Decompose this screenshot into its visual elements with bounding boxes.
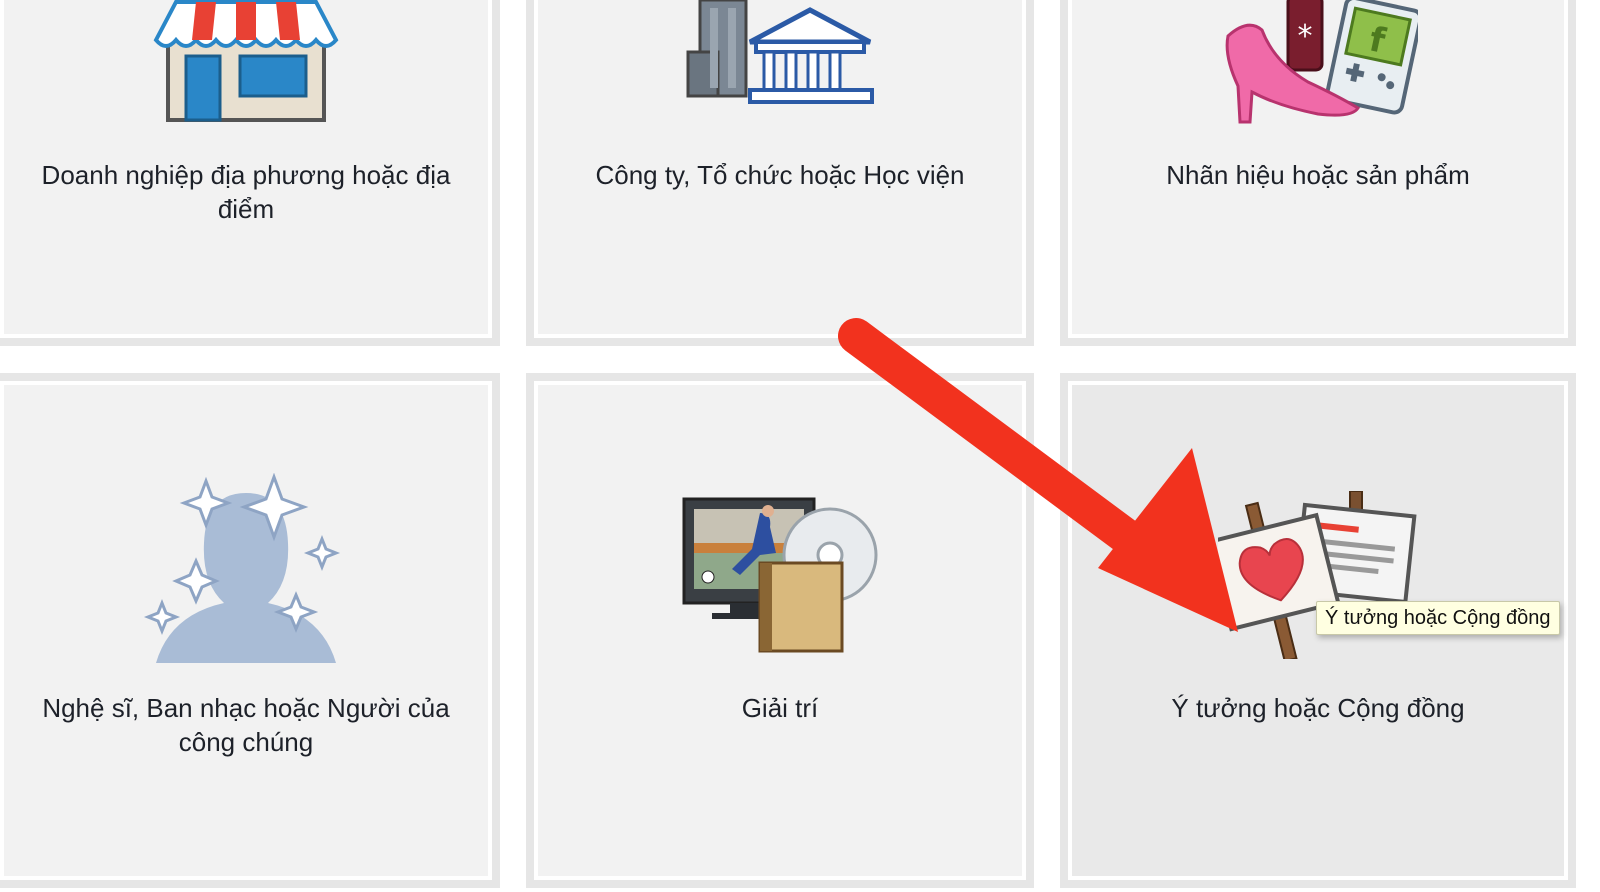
products-icon: * f (1218, 0, 1423, 135)
category-label: Ý tưởng hoặc Cộng đồng (1171, 693, 1465, 723)
category-label: Công ty, Tổ chức hoặc Học viện (595, 160, 965, 190)
svg-text:*: * (1298, 19, 1313, 54)
hover-tooltip: Ý tưởng hoặc Cộng đồng (1316, 601, 1560, 635)
celebrity-silhouette-icon (136, 472, 356, 678)
category-tile-company[interactable]: Công ty, Tổ chức hoặc Học viện (526, 0, 1034, 346)
category-tile-brand-product[interactable]: * f Nhãn hiệu hoặc sản phẩm (1060, 0, 1576, 346)
storefront-icon (146, 0, 346, 129)
category-tile-entertainment[interactable]: Giải trí (526, 373, 1034, 888)
bank-building-icon (680, 0, 880, 129)
category-label: Doanh nghiệp địa phương hoặc địa điểm (41, 160, 451, 224)
page-category-picker: Doanh nghiệp địa phương hoặc địa điểm Cô… (0, 0, 1600, 892)
category-label: Nhãn hiệu hoặc sản phẩm (1166, 160, 1470, 190)
category-label: Nghệ sĩ, Ban nhạc hoặc Người của công ch… (42, 693, 450, 757)
category-label: Giải trí (741, 693, 819, 723)
category-tile-local-business[interactable]: Doanh nghiệp địa phương hoặc địa điểm (0, 0, 500, 346)
entertainment-tv-icon (680, 493, 880, 662)
category-tile-artist-band[interactable]: Nghệ sĩ, Ban nhạc hoặc Người của công ch… (0, 373, 500, 888)
protest-signs-icon (1207, 490, 1418, 664)
